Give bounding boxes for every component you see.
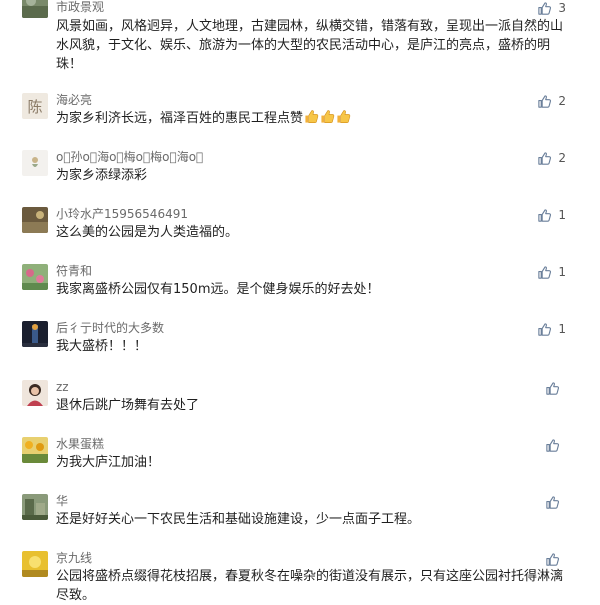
comment-nickname[interactable]: 小玲水产15956546491: [56, 207, 188, 221]
thumbs-up-emoji-icon: [337, 110, 351, 123]
thumbs-up-icon: [538, 94, 552, 108]
comment-nickname[interactable]: 后彳亍时代的大多数: [56, 321, 164, 335]
like-count: 1: [558, 265, 566, 279]
like-count: 2: [558, 94, 566, 108]
comment-text: 公园将盛桥点缀得花枝招展，春夏秋冬在噪杂的街道没有展示，只有这座公园衬托得淋漓尽…: [56, 569, 564, 603]
thumbs-up-emoji-icon: [305, 110, 319, 123]
comment-item: 陈 海必亮 为家乡利济长远，福泽百姓的惠民工程点赞 2: [0, 93, 600, 143]
comment-item: zz 退休后跳广场舞有去处了: [0, 380, 600, 430]
thumbs-up-icon: [538, 265, 552, 279]
comment-item: 后彳亍时代的大多数 我大盛桥！！！ 1: [0, 321, 600, 371]
like-count: 1: [558, 322, 566, 336]
comment-item: ο⃝孙ο⃝海ο⃝梅ο⃝梅ο⃝海ο⃝ 为家乡添绿添彩 2: [0, 150, 600, 200]
avatar[interactable]: [22, 437, 48, 463]
comment-text: 风景如画，风格迥异，人文地理，古建园林，纵横交错，错落有致，呈现出一派自然的山水…: [56, 19, 564, 72]
comment-nickname[interactable]: 华: [56, 494, 68, 508]
comment-text: 退休后跳广场舞有去处了: [56, 398, 200, 413]
comment-nickname[interactable]: ο⃝孙ο⃝海ο⃝梅ο⃝梅ο⃝海ο⃝: [56, 150, 203, 164]
thumbs-up-icon: [538, 208, 552, 222]
comment-text: 为我大庐江加油！: [56, 455, 161, 470]
comment-nickname[interactable]: 符青和: [56, 264, 92, 278]
thumbs-up-icon: [546, 552, 560, 566]
avatar[interactable]: [22, 551, 48, 577]
like-button[interactable]: 2: [537, 93, 566, 109]
like-button[interactable]: [545, 494, 566, 510]
avatar[interactable]: [22, 0, 48, 18]
comment-text: 我家离盛桥公园仅有150m远。是个健身娱乐的好去处！: [56, 282, 380, 297]
thumbs-up-icon: [538, 1, 552, 15]
like-button[interactable]: [545, 380, 566, 396]
comment-item: 华 还是好好关心一下农民生活和基础设施建设，少一点面子工程。: [0, 494, 600, 544]
comment-text: 这么美的公园是为人类造福的。: [56, 225, 239, 240]
comment-nickname[interactable]: 京九线: [56, 551, 92, 565]
like-button[interactable]: 1: [537, 207, 566, 223]
thumbs-up-icon: [546, 438, 560, 452]
comment-text: 为家乡利济长远，福泽百姓的惠民工程点赞: [56, 109, 566, 128]
comment-nickname[interactable]: zz: [56, 380, 69, 394]
avatar[interactable]: [22, 264, 48, 290]
comment-item: 京九线 公园将盛桥点缀得花枝招展，春夏秋冬在噪杂的街道没有展示，只有这座公园衬托…: [0, 551, 600, 603]
avatar[interactable]: [22, 380, 48, 406]
comment-item: 符青和 我家离盛桥公园仅有150m远。是个健身娱乐的好去处！ 1: [0, 264, 600, 314]
thumbs-up-icon: [538, 322, 552, 336]
comment-text: 为家乡添绿添彩: [56, 168, 148, 183]
comment-text: 我大盛桥！！！: [56, 339, 148, 354]
comment-text: 还是好好关心一下农民生活和基础设施建设，少一点面子工程。: [56, 512, 421, 527]
comment-list: 市政景观 风景如画，风格迥异，人文地理，古建园林，纵横交错，错落有致，呈现出一派…: [0, 0, 600, 603]
thumbs-up-emoji-icon: [321, 110, 335, 123]
comment-nickname[interactable]: 水果蛋糕: [56, 437, 104, 451]
comment-item: 小玲水产15956546491 这么美的公园是为人类造福的。 1: [0, 207, 600, 257]
like-count: 2: [558, 151, 566, 165]
comment-nickname[interactable]: 市政景观: [56, 0, 104, 14]
like-button[interactable]: 3: [537, 0, 566, 16]
comment-item: 水果蛋糕 为我大庐江加油！: [0, 437, 600, 487]
like-count: 3: [558, 1, 566, 15]
like-button[interactable]: 1: [537, 321, 566, 337]
like-button[interactable]: [545, 551, 566, 567]
avatar[interactable]: [22, 494, 48, 520]
thumbs-up-icon: [546, 495, 560, 509]
avatar-text: 陈: [27, 98, 42, 116]
like-button[interactable]: 1: [537, 264, 566, 280]
avatar[interactable]: [22, 150, 48, 176]
avatar[interactable]: 陈: [22, 93, 48, 119]
like-count: 1: [558, 208, 566, 222]
like-button[interactable]: 2: [537, 150, 566, 166]
like-button[interactable]: [545, 437, 566, 453]
comment-item: 市政景观 风景如画，风格迥异，人文地理，古建园林，纵横交错，错落有致，呈现出一派…: [0, 0, 600, 80]
comment-nickname[interactable]: 海必亮: [56, 93, 92, 107]
comment-text-body: 为家乡利济长远，福泽百姓的惠民工程点赞: [56, 111, 304, 126]
avatar[interactable]: [22, 321, 48, 347]
avatar[interactable]: [22, 207, 48, 233]
thumbs-up-icon: [546, 381, 560, 395]
thumbs-up-icon: [538, 151, 552, 165]
